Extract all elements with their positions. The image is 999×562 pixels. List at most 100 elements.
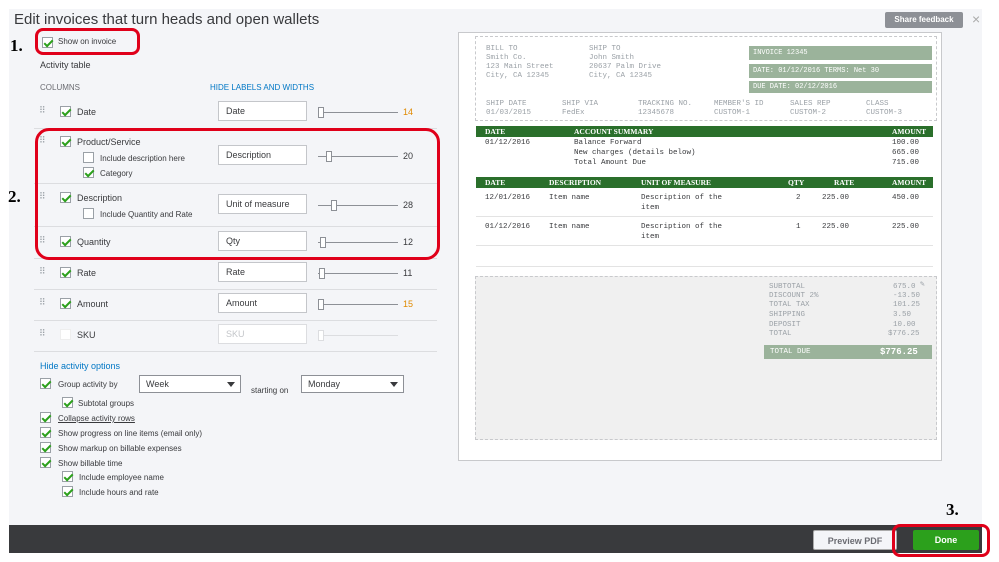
include-hours-checkbox[interactable] [62, 486, 73, 497]
amount-column-label: Amount [77, 299, 109, 309]
rate-label-field[interactable]: Rate [218, 262, 307, 282]
detail-description: Item name [549, 194, 590, 202]
group-by-select[interactable]: Week [139, 375, 241, 393]
footer-bar: Preview PDF Done [9, 525, 982, 553]
total-value: 675.0 [893, 283, 916, 291]
bill-to-line: Smith Co. [486, 54, 527, 62]
show-billable-time-label: Show billable time [58, 459, 123, 468]
total-value: 101.25 [893, 301, 921, 309]
include-hours-label: Include hours and rate [79, 488, 159, 497]
total-label: TOTAL [769, 330, 792, 338]
detail-uom: item [641, 233, 660, 241]
amount-label-field[interactable]: Amount [218, 293, 307, 313]
summary-row-amount: 715.00 [892, 159, 920, 167]
detail-header-date: DATE [485, 178, 506, 187]
total-due-bar: TOTAL DUE $776.25 [764, 345, 932, 359]
detail-uom: item [641, 204, 660, 212]
bill-to-label: BILL TO [486, 45, 518, 53]
detail-amount: 225.00 [892, 223, 920, 231]
ship-value: CUSTOM-2 [790, 109, 827, 117]
summary-row-label: Balance Forward [574, 139, 642, 147]
ship-to-label: SHIP TO [589, 45, 621, 53]
step-three-marker: 3. [946, 500, 959, 519]
divider [476, 266, 933, 267]
group-activity-checkbox[interactable] [40, 378, 51, 389]
sku-label-field[interactable]: SKU [218, 324, 307, 344]
drag-handle-icon[interactable]: ⠿ [39, 266, 46, 277]
divider [34, 289, 437, 290]
total-label: SHIPPING [769, 311, 806, 319]
show-progress-checkbox[interactable] [40, 427, 51, 438]
collapse-rows-label: Collapse activity rows [58, 414, 135, 423]
summary-header-date: DATE [485, 127, 506, 136]
starting-on-value: Monday [308, 379, 341, 389]
detail-header: DATE DESCRIPTION UNIT OF MEASURE QTY RAT… [476, 177, 933, 188]
invoice-due-date: DUE DATE: 02/12/2016 [749, 81, 932, 93]
ship-to-line: John Smith [589, 54, 635, 62]
rate-width-slider[interactable] [318, 268, 398, 279]
show-billable-time-checkbox[interactable] [40, 457, 51, 468]
preview-pdf-button[interactable]: Preview PDF [813, 530, 897, 550]
total-value: $776.25 [888, 330, 920, 338]
detail-header-qty: QTY [788, 178, 805, 187]
ship-header: SHIP VIA [562, 100, 599, 108]
step-one-marker: 1. [10, 36, 23, 55]
include-employee-checkbox[interactable] [62, 471, 73, 482]
collapse-rows-checkbox[interactable] [40, 412, 51, 423]
close-icon[interactable]: × [972, 11, 980, 27]
divider [476, 216, 933, 217]
summary-row-label: New charges (details below) [574, 149, 696, 157]
highlight-box [35, 128, 440, 260]
total-due-label: TOTAL DUE [770, 348, 811, 356]
total-label: DISCOUNT 2% [769, 292, 819, 300]
date-checkbox[interactable] [60, 106, 71, 117]
summary-header-amount: AMOUNT [892, 127, 927, 136]
ship-value: CUSTOM-1 [714, 109, 751, 117]
share-feedback-button[interactable]: Share feedback [885, 12, 963, 28]
activity-table-label: Activity table [40, 60, 91, 70]
hide-activity-options-link[interactable]: Hide activity options [40, 361, 120, 371]
detail-uom: Description of the [641, 223, 723, 231]
bill-to-line: 123 Main Street [486, 63, 554, 71]
rate-checkbox[interactable] [60, 267, 71, 278]
detail-rate: 225.00 [822, 223, 850, 231]
group-activity-label: Group activity by [58, 380, 118, 389]
date-label-field[interactable]: Date [218, 101, 307, 121]
invoice-number: INVOICE 12345 [749, 46, 932, 60]
ship-value: CUSTOM-3 [866, 109, 903, 117]
drag-handle-icon[interactable]: ⠿ [39, 328, 46, 339]
detail-header-uom: UNIT OF MEASURE [641, 178, 712, 187]
show-markup-checkbox[interactable] [40, 442, 51, 453]
columns-label: COLUMNS [40, 83, 81, 92]
detail-qty: 1 [796, 223, 801, 231]
date-width-slider[interactable] [318, 107, 398, 118]
divider [34, 320, 437, 321]
show-progress-label: Show progress on line items (email only) [58, 429, 203, 438]
subtotal-groups-checkbox[interactable] [62, 397, 73, 408]
ship-to-line: City, CA 12345 [589, 72, 653, 80]
drag-handle-icon[interactable]: ⠿ [39, 297, 46, 308]
summary-header-account: ACCOUNT SUMMARY [574, 127, 654, 136]
divider [34, 351, 437, 352]
amount-checkbox[interactable] [60, 298, 71, 309]
subtotal-groups-label: Subtotal groups [78, 399, 135, 408]
bill-to-line: City, CA 12345 [486, 72, 550, 80]
divider [476, 245, 933, 246]
ship-value: 01/03/2015 [486, 109, 532, 117]
amount-width-value: 15 [403, 299, 414, 309]
sku-checkbox[interactable] [60, 329, 71, 340]
amount-width-slider[interactable] [318, 299, 398, 310]
drag-handle-icon[interactable]: ⠿ [39, 105, 46, 116]
pencil-icon[interactable]: ✎ [920, 279, 925, 289]
group-by-value: Week [146, 379, 169, 389]
summary-row-label: Total Amount Due [574, 159, 647, 167]
starting-on-select[interactable]: Monday [301, 375, 404, 393]
highlight-box [35, 28, 140, 55]
ship-header: SALES REP [790, 100, 831, 108]
total-value: 10.00 [893, 321, 916, 329]
hide-labels-link[interactable]: HIDE LABELS AND WIDTHS [210, 83, 314, 92]
summary-row-amount: 100.00 [892, 139, 920, 147]
total-value: -13.50 [893, 292, 921, 300]
ship-header: SHIP DATE [486, 100, 527, 108]
sku-width-slider[interactable] [318, 330, 398, 341]
